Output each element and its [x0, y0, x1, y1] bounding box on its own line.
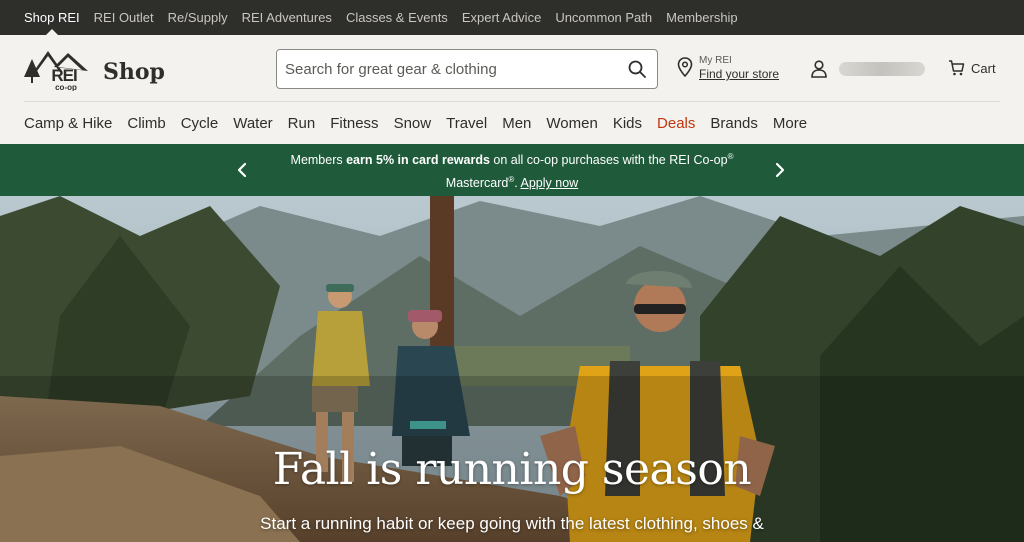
- chevron-left-icon[interactable]: [237, 162, 247, 178]
- nav-more[interactable]: More: [773, 115, 807, 132]
- promo-prefix: Members: [290, 153, 347, 167]
- nav-cycle[interactable]: Cycle: [181, 115, 219, 132]
- nav-camp-hike[interactable]: Camp & Hike: [24, 115, 112, 132]
- hero-banner[interactable]: Fall is running season Start a running h…: [0, 196, 1024, 542]
- nav-snow[interactable]: Snow: [394, 115, 432, 132]
- nav-men[interactable]: Men: [502, 115, 531, 132]
- promo-middle: on all co-op purchases with the REI Co-o…: [489, 153, 728, 167]
- user-icon: [811, 60, 827, 78]
- find-store-link[interactable]: Find your store: [699, 67, 779, 81]
- utility-link-resupply[interactable]: Re/Supply: [168, 0, 228, 35]
- utility-nav: Shop REI REI Outlet Re/Supply REI Advent…: [0, 0, 1024, 35]
- hero-title: Fall is running season: [272, 444, 752, 495]
- nav-brands[interactable]: Brands: [710, 115, 758, 132]
- utility-link-membership[interactable]: Membership: [666, 0, 738, 35]
- utility-link-expert-advice[interactable]: Expert Advice: [462, 0, 542, 35]
- header-divider: [24, 101, 1000, 102]
- promo-banner: Members earn 5% in card rewards on all c…: [0, 144, 1024, 196]
- utility-link-rei-outlet[interactable]: REI Outlet: [94, 0, 154, 35]
- svg-text:co-op: co-op: [55, 83, 77, 91]
- nav-water[interactable]: Water: [233, 115, 272, 132]
- nav-kids[interactable]: Kids: [613, 115, 642, 132]
- account-name-placeholder: [839, 62, 925, 76]
- search-icon[interactable]: [627, 59, 647, 79]
- utility-link-shop-rei[interactable]: Shop REI: [24, 0, 80, 35]
- store-locator[interactable]: My REI Find your store: [677, 55, 779, 81]
- cart-icon: [949, 60, 965, 76]
- promo-reg: ®: [727, 151, 734, 161]
- location-pin-icon: [677, 57, 693, 77]
- category-nav: Camp & Hike Climb Cycle Water Run Fitnes…: [0, 102, 1024, 144]
- shop-label: Shop: [103, 59, 165, 85]
- nav-run[interactable]: Run: [288, 115, 316, 132]
- nav-climb[interactable]: Climb: [127, 115, 165, 132]
- utility-link-rei-adventures[interactable]: REI Adventures: [242, 0, 332, 35]
- my-rei-label: My REI: [699, 55, 732, 66]
- search-input[interactable]: [285, 60, 627, 78]
- cart-button[interactable]: Cart: [948, 60, 996, 76]
- apply-now-link[interactable]: Apply now: [521, 176, 579, 190]
- nav-fitness[interactable]: Fitness: [330, 115, 378, 132]
- hero-subtitle: Start a running habit or keep going with…: [260, 514, 764, 533]
- promo-mastercard: Mastercard: [445, 176, 509, 191]
- utility-link-uncommon-path[interactable]: Uncommon Path: [555, 0, 652, 35]
- nav-deals[interactable]: Deals: [657, 115, 695, 132]
- utility-link-classes-events[interactable]: Classes & Events: [346, 0, 448, 35]
- nav-travel[interactable]: Travel: [446, 115, 487, 132]
- search-bar: [276, 49, 658, 89]
- rei-logo[interactable]: REI co-op: [24, 49, 90, 92]
- rei-logo-icon: REI co-op: [24, 51, 88, 92]
- nav-women[interactable]: Women: [546, 115, 597, 132]
- chevron-right-icon[interactable]: [775, 162, 785, 178]
- promo-text: Members earn 5% in card rewards on all c…: [291, 147, 734, 193]
- site-header: REI co-op Shop My REI Find your store: [0, 35, 1024, 102]
- account-menu[interactable]: [811, 60, 925, 78]
- promo-bold: earn 5% in card rewards: [346, 153, 490, 167]
- cart-label: Cart: [971, 60, 996, 76]
